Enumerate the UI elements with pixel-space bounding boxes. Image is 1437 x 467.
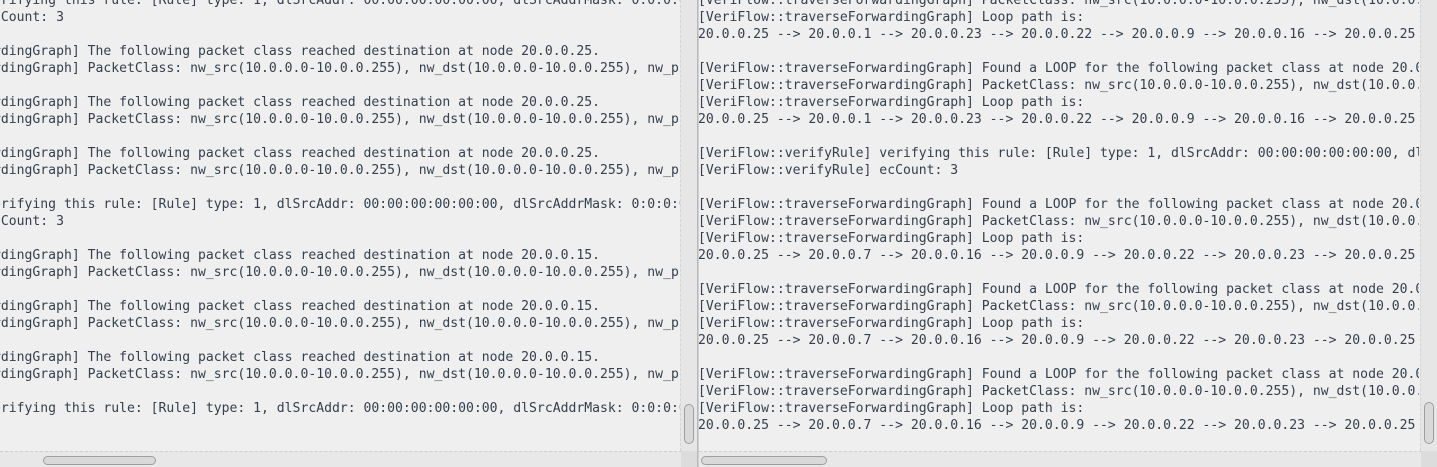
terminal-line: 20.0.0.25 --> 20.0.0.7 --> 20.0.0.16 -->… <box>699 333 1416 348</box>
terminal-line: cCount: 3 <box>0 214 64 229</box>
terminal-line: [VeriFlow::traverseForwardingGraph] Loop… <box>699 316 1085 331</box>
left-scroll-corner <box>681 451 697 467</box>
left-horizontal-scroll-thumb[interactable] <box>43 456 156 465</box>
terminal-line: [VeriFlow::traverseForwardingGraph] Pack… <box>699 384 1419 399</box>
terminal-line: erifying this rule: [Rule] type: 1, dlSr… <box>0 401 681 416</box>
terminal-line: [VeriFlow::verifyRule] verifying this ru… <box>699 146 1419 161</box>
terminal-line: [VeriFlow::traverseForwardingGraph] Foun… <box>699 282 1419 297</box>
left-vertical-scrollbar[interactable] <box>680 0 697 451</box>
terminal-line: [VeriFlow::traverseForwardingGraph] Loop… <box>699 95 1085 110</box>
left-vertical-scroll-thumb[interactable] <box>684 404 694 444</box>
terminal-line: [VeriFlow::traverseForwardingGraph] Foun… <box>699 61 1419 76</box>
right-terminal-pane[interactable]: [VeriFlow::traverseForwardingGraph] Pack… <box>698 0 1437 467</box>
right-horizontal-scroll-thumb[interactable] <box>701 456 827 465</box>
terminal-line: [VeriFlow::traverseForwardingGraph] Loop… <box>699 10 1085 25</box>
terminal-line: rdingGraph] The following packet class r… <box>0 299 600 314</box>
terminal-line: rdingGraph] The following packet class r… <box>0 95 600 110</box>
right-scroll-corner <box>1421 451 1437 467</box>
terminal-line: [VeriFlow::verifyRule] ecCount: 3 <box>699 163 959 178</box>
left-terminal-output[interactable]: erifying this rule: [Rule] type: 1, dlSr… <box>0 0 681 451</box>
terminal-line: rdingGraph] The following packet class r… <box>0 248 600 263</box>
right-horizontal-scrollbar[interactable] <box>699 451 1437 467</box>
terminal-line: erifying this rule: [Rule] type: 1, dlSr… <box>0 197 681 212</box>
terminal-line: rdingGraph] PacketClass: nw_src(10.0.0.0… <box>0 316 681 331</box>
terminal-line: [VeriFlow::traverseForwardingGraph] Foun… <box>699 367 1419 382</box>
terminal-line: rdingGraph] PacketClass: nw_src(10.0.0.0… <box>0 61 681 76</box>
terminal-line: [VeriFlow::traverseForwardingGraph] Loop… <box>699 401 1085 416</box>
terminal-line: [VeriFlow::traverseForwardingGraph] Pack… <box>699 0 1419 8</box>
terminal-line: rdingGraph] PacketClass: nw_src(10.0.0.0… <box>0 265 681 280</box>
left-terminal-pane[interactable]: erifying this rule: [Rule] type: 1, dlSr… <box>0 0 698 467</box>
left-horizontal-scrollbar[interactable] <box>0 451 697 467</box>
terminal-line: rdingGraph] The following packet class r… <box>0 44 600 59</box>
right-vertical-scroll-thumb[interactable] <box>1424 402 1434 444</box>
terminal-line: rdingGraph] The following packet class r… <box>0 350 600 365</box>
right-terminal-lines: [VeriFlow::traverseForwardingGraph] Pack… <box>699 0 1419 451</box>
terminal-line: 20.0.0.25 --> 20.0.0.7 --> 20.0.0.16 -->… <box>699 418 1416 433</box>
right-vertical-scrollbar[interactable] <box>1420 0 1437 451</box>
terminal-line: rdingGraph] The following packet class r… <box>0 146 600 161</box>
terminal-line: 20.0.0.25 --> 20.0.0.7 --> 20.0.0.16 -->… <box>699 248 1416 263</box>
terminal-line: [VeriFlow::traverseForwardingGraph] Foun… <box>699 197 1419 212</box>
terminal-line: cCount: 3 <box>0 10 64 25</box>
terminal-line: [VeriFlow::traverseForwardingGraph] Pack… <box>699 78 1419 93</box>
terminal-line: 20.0.0.25 --> 20.0.0.1 --> 20.0.0.23 -->… <box>699 27 1416 42</box>
terminal-line: rdingGraph] PacketClass: nw_src(10.0.0.0… <box>0 112 681 127</box>
terminal-line: [VeriFlow::traverseForwardingGraph] Pack… <box>699 299 1419 314</box>
left-terminal-lines: erifying this rule: [Rule] type: 1, dlSr… <box>0 0 681 451</box>
terminal-line: [VeriFlow::traverseForwardingGraph] Loop… <box>699 231 1085 246</box>
terminal-line: rdingGraph] PacketClass: nw_src(10.0.0.0… <box>0 367 681 382</box>
right-terminal-output[interactable]: [VeriFlow::traverseForwardingGraph] Pack… <box>699 0 1419 451</box>
terminal-line: rdingGraph] PacketClass: nw_src(10.0.0.0… <box>0 163 681 178</box>
terminal-line: 20.0.0.25 --> 20.0.0.1 --> 20.0.0.23 -->… <box>699 112 1416 127</box>
terminal-line: erifying this rule: [Rule] type: 1, dlSr… <box>0 0 681 8</box>
terminal-line: [VeriFlow::traverseForwardingGraph] Pack… <box>699 214 1419 229</box>
